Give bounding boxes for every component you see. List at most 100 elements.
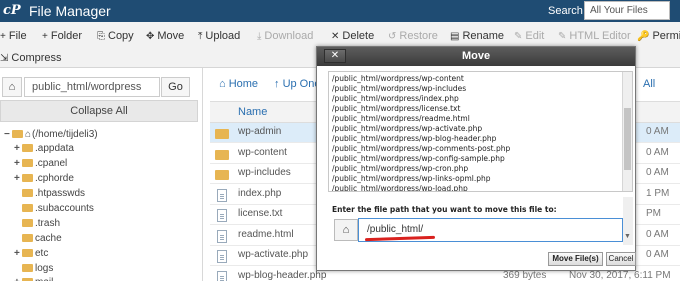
tree-item-label: .cphorde	[35, 173, 74, 184]
list-item: /public_html/wordpress/wp-cron.php	[332, 164, 469, 173]
copy-button[interactable]: ⎘ Copy	[97, 27, 134, 45]
dialog-scrollbar[interactable]: ▼	[623, 197, 633, 245]
up-one-level-button[interactable]: ↑ Up One	[274, 78, 320, 90]
app-title: File Manager	[29, 3, 111, 19]
file-name: wp-admin	[238, 126, 282, 137]
selected-files-list[interactable]: /public_html/wordpress/wp-content /publi…	[328, 71, 633, 192]
move-files-button[interactable]: Move File(s)	[548, 252, 603, 266]
download-button[interactable]: ⤓ Download	[257, 27, 313, 45]
tree-item-label: .trash	[35, 218, 61, 229]
key-icon: 🔑	[637, 31, 650, 42]
move-button[interactable]: ✥ Move	[146, 27, 184, 45]
home-nav-label: Home	[228, 78, 259, 90]
html-editor-label: HTML Editor	[569, 30, 631, 42]
tree-item[interactable]: logs	[14, 262, 53, 276]
close-icon[interactable]: ✕	[324, 49, 346, 63]
folder-icon	[12, 130, 23, 138]
permissions-button[interactable]: 🔑 Permi	[637, 27, 680, 45]
file-name: license.txt	[238, 208, 283, 219]
file-name: wp-activate.php	[238, 249, 309, 260]
move-icon: ✥	[146, 31, 155, 42]
compress-label: Compress	[11, 52, 62, 64]
list-item: /public_html/wordpress/wp-includes	[332, 84, 467, 93]
expand-icon[interactable]: +	[14, 172, 22, 186]
tree-item[interactable]: cache	[14, 232, 62, 246]
home-icon[interactable]: ⌂	[334, 219, 358, 241]
folder-icon	[215, 170, 229, 180]
cancel-button[interactable]: Cancel	[606, 252, 636, 266]
tree-item[interactable]: + .appdata	[14, 142, 74, 156]
scrollbar-thumb[interactable]	[624, 108, 631, 170]
php-file-icon	[217, 250, 227, 263]
rename-label: Rename	[462, 30, 505, 42]
home-icon: ⌂	[219, 78, 229, 90]
expand-icon[interactable]: +	[14, 142, 22, 156]
download-label: Download	[264, 30, 314, 42]
chevron-down-icon[interactable]: ▼	[624, 233, 631, 240]
edit-button[interactable]: ✎ Edit	[514, 27, 544, 45]
path-input[interactable]: public_html/wordpress	[24, 77, 160, 97]
collapse-all-button[interactable]: Collapse All	[0, 100, 198, 122]
home-icon: ⌂	[25, 129, 32, 140]
tree-item[interactable]: + etc	[14, 247, 48, 261]
tree-item-label: .subaccounts	[35, 203, 94, 214]
folder-icon	[22, 204, 33, 212]
expand-icon[interactable]: +	[14, 247, 22, 261]
file-size: 369 bytes	[503, 270, 547, 281]
tree-item[interactable]: + .cphorde	[14, 172, 74, 186]
file-name: wp-content	[238, 147, 287, 158]
upload-label: Upload	[205, 30, 241, 42]
folder-icon	[22, 249, 33, 257]
restore-label: Restore	[399, 30, 438, 42]
restore-icon: ↺	[388, 31, 397, 42]
list-item: /public_html/wordpress/wp-activate.php	[332, 124, 483, 133]
delete-button[interactable]: ✕ Delete	[331, 27, 374, 45]
rename-button[interactable]: ▤ Rename	[450, 27, 504, 45]
html-editor-button[interactable]: ✎ HTML Editor	[558, 27, 631, 45]
html-file-icon	[217, 230, 227, 243]
list-item: /public_html/wordpress/wp-load.php	[332, 184, 468, 192]
list-scrollbar[interactable]	[622, 72, 632, 191]
new-folder-button[interactable]: + Folder	[42, 27, 82, 45]
upload-button[interactable]: ⤒ Upload	[198, 27, 240, 45]
go-button[interactable]: Go	[161, 77, 190, 97]
tree-item[interactable]: + .cpanel	[14, 157, 67, 171]
select-all-button[interactable]: All	[643, 78, 655, 90]
new-file-button[interactable]: + File	[0, 27, 27, 45]
home-nav-button[interactable]: ⌂ Home	[219, 78, 258, 90]
restore-button[interactable]: ↺ Restore	[388, 27, 438, 45]
folder-icon	[22, 189, 33, 197]
php-file-icon	[217, 189, 227, 202]
compress-button[interactable]: ⇲ Compress	[0, 49, 62, 67]
tree-item-label: (/home/tijdeli3)	[32, 129, 98, 140]
delete-icon: ✕	[331, 31, 340, 42]
move-label: Move	[157, 30, 185, 42]
tree-item[interactable]: .trash	[14, 217, 60, 231]
folder-icon	[215, 150, 229, 160]
column-header-name[interactable]: Name	[238, 106, 267, 118]
search-scope-select[interactable]: All Your Files	[584, 1, 670, 20]
file-modified: PM	[646, 208, 661, 219]
expand-icon[interactable]: +	[14, 276, 22, 281]
collapse-icon[interactable]: −	[4, 128, 12, 142]
tree-item[interactable]: .htpasswds	[14, 187, 85, 201]
tree-item-home[interactable]: − ⌂(/home/tijdeli3)	[4, 128, 98, 142]
tree-item[interactable]: + mail	[14, 276, 53, 281]
expand-icon[interactable]: +	[14, 157, 22, 171]
edit-label: Edit	[525, 30, 545, 42]
tree-item-label: logs	[35, 263, 54, 274]
copy-label: Copy	[108, 30, 134, 42]
file-name: readme.html	[238, 229, 294, 240]
move-dialog: Move ✕ /public_html/wordpress/wp-content…	[316, 46, 636, 271]
cpanel-logo: cP	[3, 3, 21, 18]
folder-icon	[22, 234, 33, 242]
tree-item-label: .appdata	[35, 143, 74, 154]
home-icon[interactable]: ⌂	[2, 77, 22, 97]
arrow-up-icon: ↑	[274, 78, 283, 90]
download-icon: ⤓	[257, 31, 262, 42]
file-name: wp-blog-header.php	[238, 270, 327, 281]
rename-icon: ▤	[450, 31, 460, 42]
file-name: wp-includes	[238, 167, 291, 178]
tree-item[interactable]: .subaccounts	[14, 202, 94, 216]
file-modified: 0 AM	[646, 167, 669, 178]
